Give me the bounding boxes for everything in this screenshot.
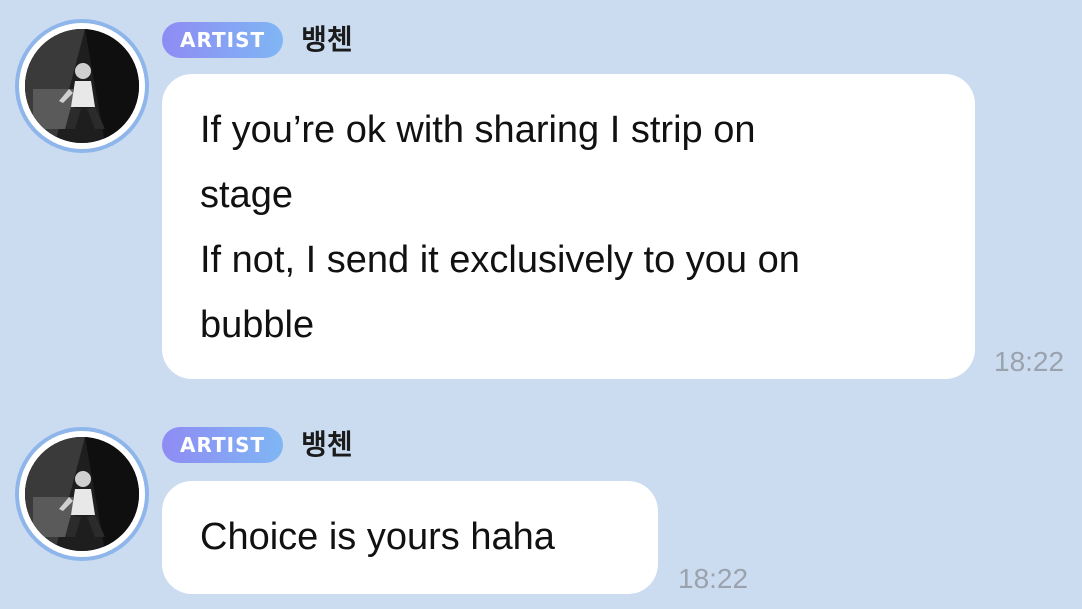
sender-name[interactable]: 뱅첸 (301, 427, 353, 463)
message-timestamp: 18:22 (678, 563, 749, 594)
message-line: If not, I send it exclusively to you on (200, 239, 800, 281)
artist-avatar[interactable] (15, 19, 149, 153)
avatar-photo (25, 437, 139, 551)
message-header: ARTIST 뱅첸 (162, 427, 353, 463)
message-group: ARTIST 뱅첸 If you’re ok with sharing I st… (0, 0, 1082, 400)
message-line: bubble (200, 304, 315, 346)
message-line: If you’re ok with sharing I strip on (200, 109, 756, 151)
artist-badge: ARTIST (162, 22, 284, 58)
sender-name[interactable]: 뱅첸 (301, 22, 353, 58)
message-header: ARTIST 뱅첸 (162, 22, 353, 58)
message-line: stage (200, 174, 293, 216)
artist-avatar[interactable] (15, 427, 149, 561)
message-bubble[interactable]: If you’re ok with sharing I strip on sta… (162, 74, 975, 379)
message-timestamp: 18:22 (994, 346, 1065, 377)
message-bubble[interactable]: Choice is yours haha (162, 481, 658, 594)
artist-badge: ARTIST (162, 427, 284, 463)
message-group: ARTIST 뱅첸 Choice is yours haha 18:22 (0, 405, 1082, 609)
avatar-photo (25, 29, 139, 143)
message-line: Choice is yours haha (200, 516, 555, 558)
chat-thread: ARTIST 뱅첸 If you’re ok with sharing I st… (0, 0, 1082, 609)
